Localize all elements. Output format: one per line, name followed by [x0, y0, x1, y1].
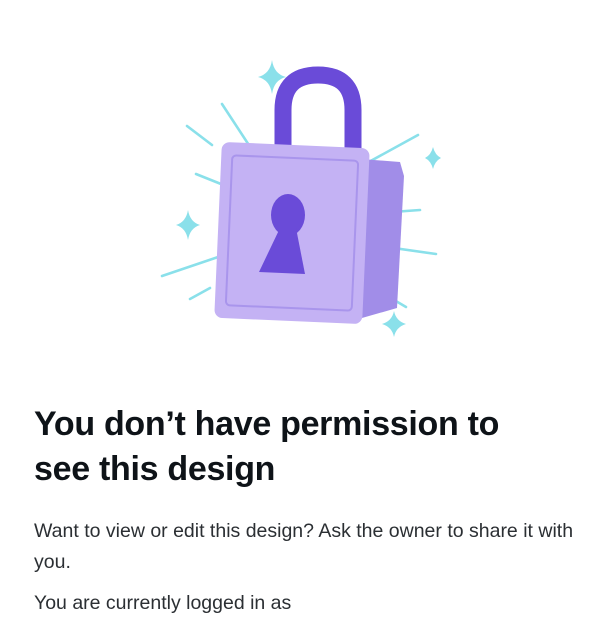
- page-title-line-1: You don’t have permission to: [34, 405, 500, 443]
- padlock-illustration: [150, 55, 450, 345]
- page-title-line-2: see this design: [34, 450, 276, 488]
- permission-message: Want to view or edit this design? Ask th…: [34, 520, 574, 573]
- logged-in-status: You are currently logged in as: [34, 592, 292, 614]
- padlock-icon: [160, 60, 441, 337]
- page-title: You don’t have permission to see this de…: [34, 402, 574, 492]
